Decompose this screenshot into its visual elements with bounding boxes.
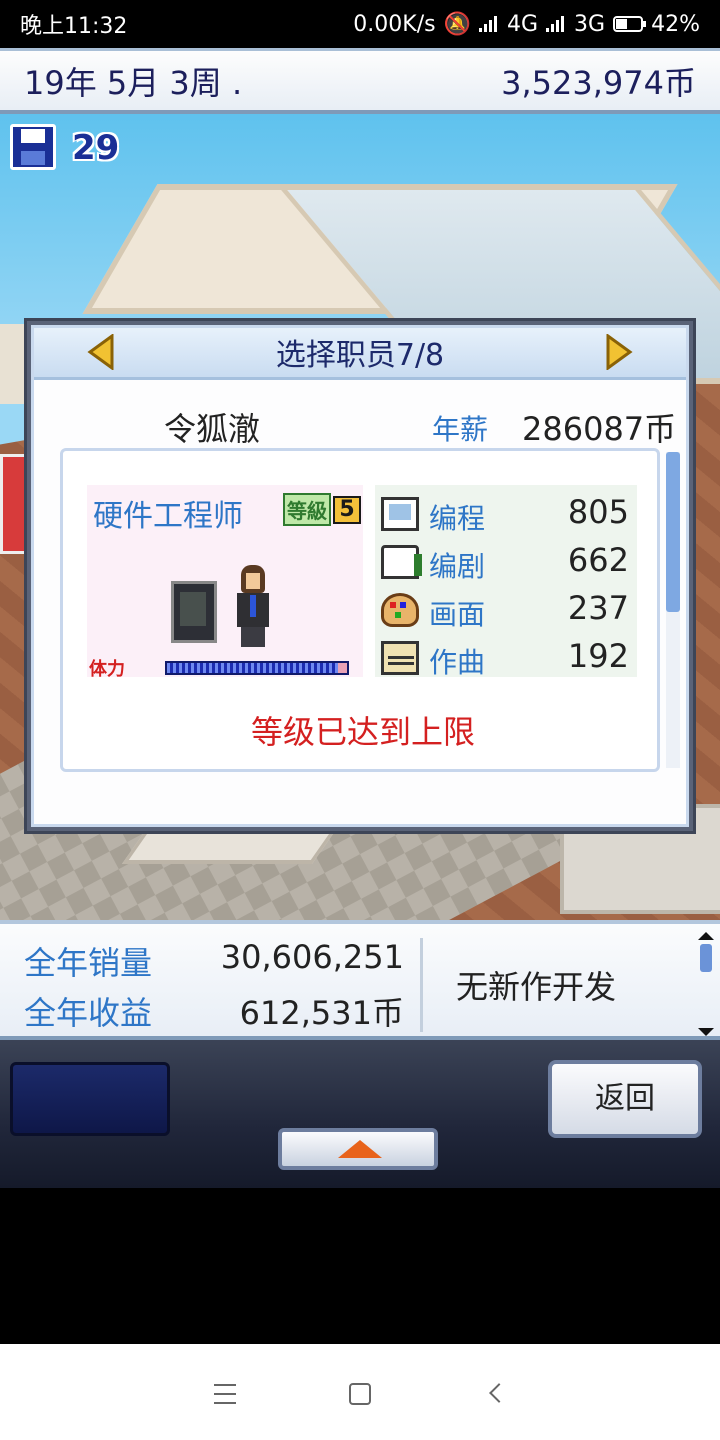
dialog-body: 选择职员7/8 令狐澈 年薪 286087币 硬件工程师 等級 5 体力 编程 … (31, 325, 689, 827)
scroll-down-icon[interactable] (698, 1028, 714, 1036)
dialog-title: 选择职员7/8 (34, 328, 686, 380)
annual-revenue-label: 全年收益 (24, 994, 153, 1032)
stat-row-graphics: 画面 237 (375, 585, 637, 633)
app-root: 晚上11:32 0.00K/s 🔕 4G 3G 42% 19年 5月 3周 . … (0, 0, 720, 1440)
development-status: 无新作开发 (456, 968, 617, 1006)
stat-label: 画面 (429, 598, 486, 631)
status-bar: 晚上11:32 0.00K/s 🔕 4G 3G 42% (0, 0, 720, 48)
stat-row-sound: 作曲 192 (375, 633, 637, 681)
expand-up-button[interactable] (278, 1128, 438, 1170)
back-arrow-icon[interactable] (478, 1374, 518, 1414)
empty-area (0, 1188, 720, 1344)
save-icon[interactable] (10, 124, 56, 170)
network-3g: 3G (574, 11, 606, 37)
level-badge: 等級 5 (283, 493, 361, 526)
stat-value: 237 (567, 589, 629, 627)
signal-icon (479, 16, 499, 32)
info-scrollbar[interactable] (698, 932, 714, 1036)
employee-card: 硬件工程师 等級 5 体力 编程 805 编剧 662 画面 237 作曲 19… (60, 448, 660, 772)
next-staff-arrow-icon[interactable] (604, 334, 634, 370)
dialog-scrollbar[interactable] (666, 452, 680, 768)
back-button[interactable]: 返回 (548, 1060, 702, 1138)
note-icon (381, 641, 419, 675)
dialog-scroll-thumb[interactable] (666, 452, 680, 612)
employee-sprite (233, 565, 273, 647)
sales-info-panel: 全年销量 30,606,251 全年收益 612,531币 无新作开发 (0, 920, 720, 1040)
system-nav-bar (0, 1344, 720, 1440)
menu-slot-button[interactable] (10, 1062, 170, 1136)
computer-sprite-icon (171, 581, 217, 643)
select-staff-dialog: 选择职员7/8 令狐澈 年薪 286087币 硬件工程师 等級 5 体力 编程 … (24, 318, 696, 834)
stat-value: 805 (567, 493, 629, 531)
prev-staff-arrow-icon[interactable] (86, 334, 116, 370)
dialog-title-text: 选择职员7/8 (275, 338, 445, 373)
level-tag: 等級 (283, 493, 331, 526)
annual-sales-label: 全年销量 (24, 944, 153, 982)
stat-value: 192 (567, 637, 629, 675)
employee-name: 令狐澈 (164, 410, 261, 448)
info-divider (420, 938, 423, 1032)
level-number: 5 (333, 495, 361, 524)
stat-value: 662 (567, 541, 629, 579)
annual-sales-row: 全年销量 30,606,251 (24, 938, 404, 988)
home-icon[interactable] (340, 1374, 380, 1414)
battery-level: 42% (651, 11, 700, 37)
salary-value: 286087币 (522, 410, 677, 448)
job-panel: 硬件工程师 等級 5 体力 (87, 485, 363, 680)
annual-revenue-value: 612,531币 (239, 994, 404, 1032)
game-top-bar: 19年 5月 3周 . 3,523,974币 (0, 48, 720, 114)
book-icon (381, 545, 422, 579)
save-count: 29 (72, 128, 120, 168)
info-scroll-thumb[interactable] (700, 944, 712, 972)
network-4g: 4G (507, 11, 539, 37)
scroll-up-icon[interactable] (698, 932, 714, 940)
stat-label: 编剧 (429, 550, 486, 583)
annual-sales-value: 30,606,251 (220, 938, 404, 976)
stamina-bar (165, 661, 349, 675)
job-title: 硬件工程师 (93, 499, 243, 534)
status-time: 晚上11:32 (20, 14, 128, 39)
signal-icon-2 (546, 16, 566, 32)
menu-icon[interactable] (204, 1374, 244, 1414)
annual-revenue-row: 全年收益 612,531币 (24, 988, 404, 1038)
level-limit-message: 等级已达到上限 (250, 713, 475, 751)
stat-row-programming: 编程 805 (375, 489, 637, 537)
arrow-up-icon (338, 1140, 382, 1158)
money-display: 3,523,974币 (501, 63, 696, 102)
battery-icon (613, 16, 647, 32)
control-bar: 返回 (0, 1040, 720, 1188)
status-right: 0.00K/s 🔕 4G 3G 42% (353, 12, 700, 37)
stat-label: 编程 (429, 502, 486, 535)
stats-panel: 编程 805 编剧 662 画面 237 作曲 192 (375, 485, 637, 679)
stamina-label: 体力 (89, 659, 125, 680)
stat-row-scenario: 编剧 662 (375, 537, 637, 585)
net-speed: 0.00K/s (353, 11, 436, 37)
computer-icon (381, 497, 419, 531)
salary-label: 年薪 (432, 413, 489, 446)
palette-icon (381, 593, 419, 627)
mute-icon: 🔕 (443, 11, 471, 37)
game-date: 19年 5月 3周 . (24, 63, 243, 102)
stat-label: 作曲 (429, 646, 486, 679)
